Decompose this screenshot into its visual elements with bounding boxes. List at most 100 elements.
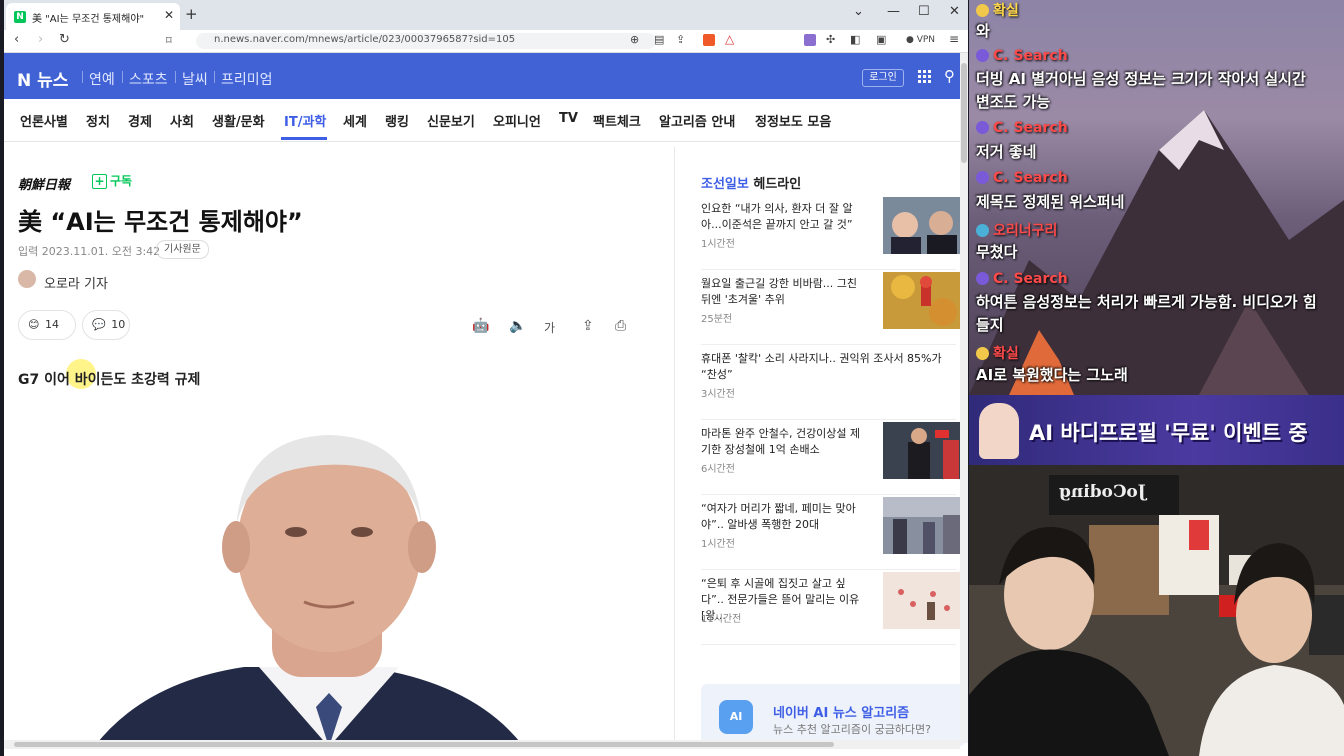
chat-nick: 오리너구리 (976, 220, 1057, 240)
url-field[interactable]: n.news.naver.com/mnews/article/023/00037… (196, 33, 656, 49)
original-article-button[interactable]: 기사원문 (156, 240, 209, 259)
browser-tab[interactable]: N 美 "AI는 무조건 통제해야" ✕ (6, 3, 180, 30)
headline-item[interactable]: “여자가 머리가 짧네, 페미는 맞아야”.. 알바생 폭행한 20대 1시간전 (701, 497, 963, 570)
forward-icon[interactable]: › (38, 32, 43, 47)
puzzle-extensions-icon[interactable]: ✣ (826, 33, 835, 46)
divider (122, 71, 123, 83)
headline-item[interactable]: 인요한 “내가 의사, 환자 더 잘 알아...이준석은 끝까지 안고 갈 것”… (701, 197, 963, 270)
section-it-science[interactable]: IT/과학 (284, 111, 326, 130)
nav-entertainment[interactable]: 연예 (89, 69, 115, 89)
reload-icon[interactable]: ↻ (59, 32, 70, 47)
wallet-icon[interactable]: ▣ (876, 33, 886, 46)
headline-title: 월요일 출근길 강한 비바람... 그친 뒤엔 '초겨울' 추위 (701, 277, 858, 306)
section-newspaper[interactable]: 신문보기 (427, 111, 475, 130)
chat-message: 변조도 가능 (976, 93, 1051, 111)
headline-thumbnail (883, 272, 963, 329)
chat-message: 와 (976, 22, 990, 40)
chat-message: 제목도 정제된 위스퍼네 (976, 193, 1125, 211)
subscribe-button[interactable]: + 구독 (92, 172, 132, 189)
headline-title: 휴대폰 '찰칵' 소리 사라지나.. 권익위 조사서 85%가 “찬성” (701, 352, 942, 381)
ai-banner-title: 네이버 AI 뉴스 알고리즘 (773, 706, 910, 721)
share-icon[interactable]: ⇪ (676, 33, 685, 46)
search-icon[interactable]: ⚲ (944, 67, 955, 85)
comment-button[interactable]: 💬 10 (82, 310, 130, 340)
summary-bot-icon[interactable]: 🤖 (472, 318, 489, 334)
back-icon[interactable]: ‹ (14, 32, 19, 47)
close-tab-icon[interactable]: ✕ (164, 8, 174, 22)
headline-thumbnail (883, 572, 963, 629)
section-society[interactable]: 사회 (170, 111, 194, 130)
section-politics[interactable]: 정치 (86, 111, 110, 130)
chat-nick: C. Search (976, 120, 1068, 136)
font-size-label: 가 (544, 321, 556, 335)
headline-time: 3시간전 (701, 389, 735, 400)
brave-rewards-icon[interactable]: △ (725, 32, 737, 46)
reporter-avatar (18, 270, 36, 288)
section-opinion[interactable]: 오피니언 (493, 111, 541, 130)
section-factcheck[interactable]: 팩트체크 (593, 111, 641, 130)
section-ranking[interactable]: 랭킹 (385, 111, 409, 130)
chat-nick: C. Search (976, 48, 1068, 64)
horizontal-scrollbar[interactable] (4, 740, 960, 749)
section-tv[interactable]: TV (559, 111, 578, 126)
new-tab-icon[interactable]: + (185, 5, 198, 23)
close-window-icon[interactable]: ✕ (949, 4, 960, 19)
section-economy[interactable]: 경제 (128, 111, 152, 130)
section-corrections[interactable]: 정정보도 모음 (755, 111, 831, 130)
share-article-icon[interactable]: ⇪ (582, 318, 594, 334)
tab-list-chevron-icon[interactable]: ⌄ (853, 4, 864, 19)
browser-window: N 美 "AI는 무조건 통제해야" ✕ + ⌄ — ☐ ✕ ‹ › ↻ ⌑ n… (4, 0, 968, 756)
webcam-feed: JoCoding (969, 465, 1344, 756)
chat-message: 하여튼 음성정보는 처리가 빠르게 가능함. 비디오가 힘 (976, 293, 1317, 311)
section-algorithm[interactable]: 알고리즘 안내 (659, 111, 735, 130)
ai-algorithm-banner[interactable]: AI 네이버 AI 뉴스 알고리즘 뉴스 추천 알고리즘이 궁금하다면? (701, 684, 966, 746)
headline-item[interactable]: 월요일 출근길 강한 비바람... 그친 뒤엔 '초겨울' 추위 25분전 (701, 272, 963, 345)
scroll-thumb[interactable] (14, 742, 834, 747)
section-life-culture[interactable]: 생활/문화 (212, 111, 265, 130)
naver-news-logo[interactable]: N 뉴스 (17, 66, 68, 91)
apps-grid-icon[interactable] (918, 70, 932, 84)
brave-shield-icon[interactable] (703, 34, 715, 46)
section-world[interactable]: 세계 (343, 111, 367, 130)
emoji-avatar-icon (976, 347, 989, 360)
plus-icon: + (92, 174, 107, 189)
sidebar-brand[interactable]: 조선일보 (701, 177, 749, 192)
chat-message: AI로 복원했다는 그노래 (976, 366, 1128, 384)
font-size-button[interactable]: 가 (544, 319, 555, 336)
ai-banner-subtitle: 뉴스 추천 알고리즘이 궁금하다면? (773, 723, 932, 736)
chat-nick: C. Search (976, 170, 1068, 186)
headline-item[interactable]: 마라톤 완주 안철수, 건강이상설 제기한 장성철에 1억 손배소 6시간전 (701, 422, 963, 495)
print-icon[interactable]: ⎙ (615, 318, 626, 334)
menu-icon[interactable]: ≡ (949, 32, 959, 46)
article-date: 입력 2023.11.01. 오전 3:42 (18, 245, 161, 258)
section-press[interactable]: 언론사별 (20, 111, 68, 130)
bookmark-icon[interactable]: ⌑ (166, 34, 172, 47)
sidebar-toggle-icon[interactable]: ◧ (850, 33, 860, 46)
headline-thumbnail (883, 497, 963, 554)
reaction-button[interactable]: 😊 14 (18, 310, 76, 340)
reaction-count: 14 (44, 318, 59, 331)
naver-news-header: N 뉴스 연예 스포츠 날씨 프리미엄 로그인 ⚲ (4, 53, 960, 99)
nav-premium[interactable]: 프리미엄 (221, 69, 273, 89)
nav-sports[interactable]: 스포츠 (129, 69, 168, 89)
ai-news-icon: AI (719, 700, 753, 734)
nav-weather[interactable]: 날씨 (182, 69, 208, 89)
login-button[interactable]: 로그인 (862, 69, 904, 87)
vertical-scrollbar[interactable] (960, 53, 968, 743)
tts-speaker-icon[interactable]: 🔈 (509, 318, 526, 334)
scroll-thumb[interactable] (961, 63, 967, 163)
headline-item[interactable]: “은퇴 후 시골에 집짓고 살고 싶다”.. 전문가들은 뜯어 말리는 이유 [… (701, 572, 963, 645)
user-avatar-icon (976, 224, 989, 237)
headline-item[interactable]: 휴대폰 '찰칵' 소리 사라지나.. 권익위 조사서 85%가 “찬성” 3시간… (701, 347, 956, 420)
reader-icon[interactable]: ▤ (654, 33, 664, 46)
press-logo[interactable]: 朝鮮日報 (18, 174, 70, 193)
extension-icon[interactable] (804, 34, 816, 46)
maximize-icon[interactable]: ☐ (918, 4, 930, 19)
vpn-button[interactable]: ● VPN (906, 35, 935, 45)
article-headline: 美 “AI는 무조건 통제해야” (18, 208, 303, 236)
zoom-icon[interactable]: ⊕ (630, 33, 639, 46)
comment-count: 10 (111, 318, 126, 331)
reporter-name[interactable]: 오로라 기자 (44, 273, 108, 292)
minimize-icon[interactable]: — (887, 4, 900, 19)
headline-title: “여자가 머리가 짧네, 페미는 맞아야”.. 알바생 폭행한 20대 (701, 502, 856, 531)
